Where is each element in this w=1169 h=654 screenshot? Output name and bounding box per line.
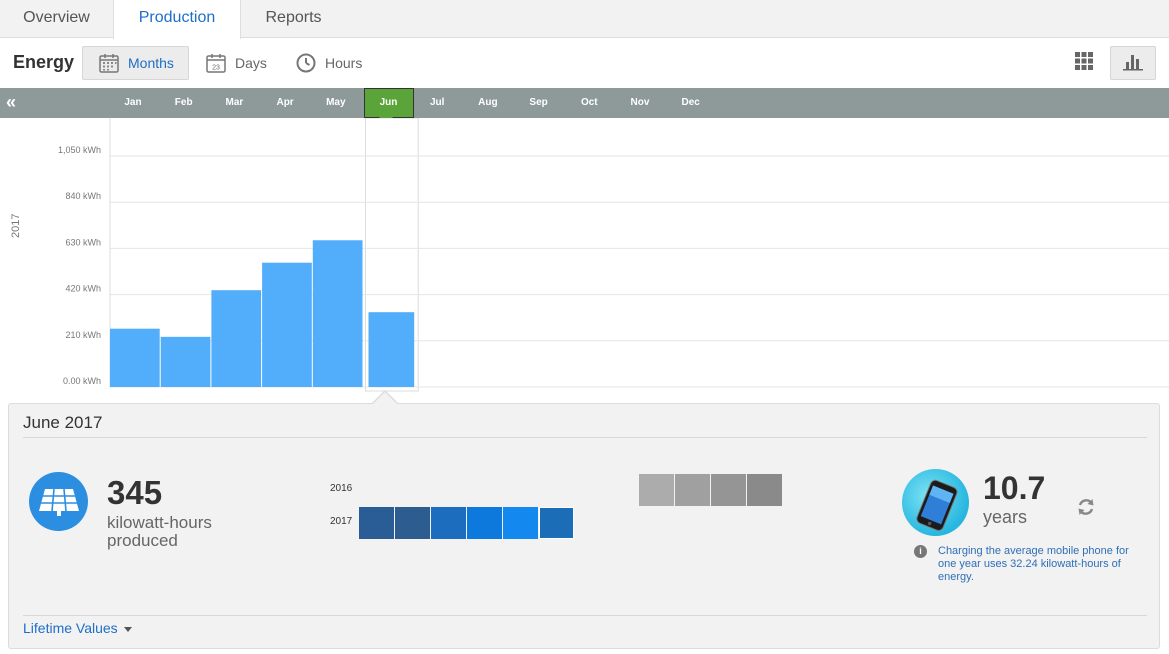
- month-strip: « Jan Feb Mar Apr May Jun Jul Aug Sep Oct Nov Dec: [0, 88, 1169, 118]
- month-mar[interactable]: Mar: [209, 88, 259, 118]
- tab-bar: Overview Production Reports: [0, 0, 1169, 39]
- month-may[interactable]: May: [311, 88, 361, 118]
- month-jun[interactable]: Jun: [363, 88, 414, 118]
- month-feb[interactable]: Feb: [159, 88, 209, 118]
- mobile-phone-icon: [902, 469, 969, 536]
- bar-may[interactable]: [312, 240, 363, 387]
- hours-label: Hours: [325, 55, 363, 71]
- hours-button[interactable]: Hours: [295, 46, 375, 80]
- bar-jun[interactable]: [368, 312, 415, 387]
- y-tick-label: 420 kWh: [65, 284, 101, 294]
- comparison-cell: [747, 474, 782, 506]
- comparison-cell: [467, 507, 502, 539]
- days-button[interactable]: 23 Days: [205, 46, 285, 80]
- tab-overview[interactable]: Overview: [0, 0, 113, 38]
- bar-chart-view-icon: [1122, 51, 1144, 76]
- bar-feb[interactable]: [160, 336, 211, 387]
- comparison-2017-bar: [359, 507, 575, 539]
- grid-view-icon: [1074, 51, 1094, 76]
- clock-icon: [295, 52, 317, 74]
- refresh-icon[interactable]: [1075, 496, 1097, 523]
- production-bar-chart: 0.00 kWh 210 kWh 420 kWh 630 kWh 840 kWh 1,05…: [58, 118, 1169, 392]
- info-text: Charging the average mobile phone for on…: [938, 545, 1129, 583]
- details-panel: June 2017 345 kilowatt-hours produced 20…: [8, 403, 1160, 649]
- bar-apr[interactable]: [262, 262, 312, 387]
- days-label: Days: [235, 55, 267, 71]
- month-dec[interactable]: Dec: [666, 88, 716, 118]
- tab-production[interactable]: Production: [113, 0, 241, 39]
- equivalent-unit: years: [983, 507, 1028, 527]
- months-label: Months: [128, 55, 174, 71]
- caret-down-icon: [123, 626, 132, 632]
- toolbar: Energy Months 23 Days Hours: [0, 38, 1169, 88]
- calendar-day-icon: 23: [205, 52, 227, 74]
- month-aug[interactable]: Aug: [463, 88, 513, 118]
- month-nov[interactable]: Nov: [615, 88, 665, 118]
- comparison-year-2017: 2017: [330, 516, 353, 527]
- comparison-cell: [675, 474, 710, 506]
- comparison-cell: [639, 474, 674, 506]
- produced-value: 345: [107, 474, 163, 511]
- month-sep[interactable]: Sep: [514, 88, 564, 118]
- produced-unit: kilowatt-hours produced: [107, 513, 212, 550]
- tab-reports[interactable]: Reports: [241, 0, 346, 38]
- comparison-cell: [711, 474, 746, 506]
- comparison-gray-bar: [639, 474, 783, 506]
- grid-view-button[interactable]: [1061, 46, 1107, 80]
- bar-jan[interactable]: [110, 328, 160, 387]
- bar-chart-view-button[interactable]: [1110, 46, 1156, 80]
- info-icon: i: [914, 545, 927, 558]
- comparison-cell: [395, 507, 430, 539]
- calendar-icon: [98, 52, 120, 74]
- comparison-cell: [503, 507, 538, 539]
- divider: [23, 615, 1147, 616]
- bar-mar[interactable]: [211, 290, 262, 387]
- y-tick-label: 1,050 kWh: [58, 145, 101, 155]
- months-button[interactable]: Months: [82, 46, 189, 80]
- lifetime-values-dropdown[interactable]: Lifetime Values: [23, 620, 132, 636]
- y-tick-label: 840 kWh: [65, 191, 101, 201]
- comparison-cell: [539, 507, 574, 539]
- comparison-year-2016: 2016: [330, 483, 353, 494]
- y-tick-label: 0.00 kWh: [63, 376, 101, 386]
- y-tick-label: 630 kWh: [65, 237, 101, 247]
- details-title: June 2017: [23, 413, 103, 432]
- lifetime-values-label: Lifetime Values: [23, 620, 118, 636]
- calendar-day-number: 23: [212, 65, 220, 72]
- solar-panel-icon: [29, 472, 88, 531]
- comparison-cell: [431, 507, 466, 539]
- comparison-cell: [359, 507, 394, 539]
- month-jul[interactable]: Jul: [412, 88, 462, 118]
- panel-pointer-inner: [372, 392, 398, 405]
- month-oct[interactable]: Oct: [564, 88, 614, 118]
- page-title: Energy: [13, 52, 75, 72]
- month-apr[interactable]: Apr: [260, 88, 310, 118]
- divider: [23, 437, 1147, 438]
- equivalent-value: 10.7: [983, 470, 1046, 506]
- y-tick-label: 210 kWh: [65, 330, 101, 340]
- month-jan[interactable]: Jan: [108, 88, 158, 118]
- double-chevron-left-icon[interactable]: «: [6, 92, 16, 113]
